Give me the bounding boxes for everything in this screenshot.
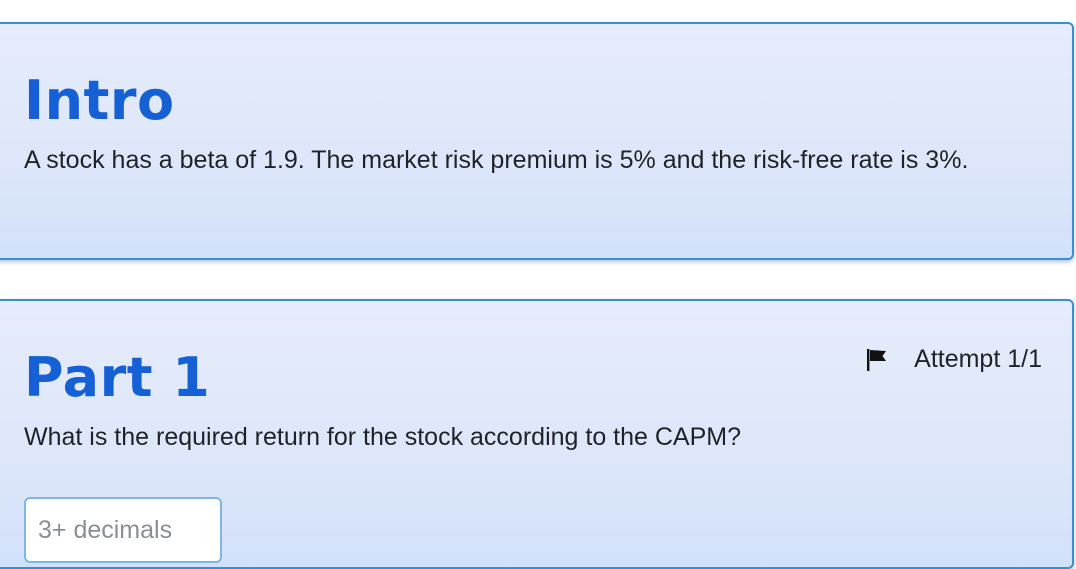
part-1-question: What is the required return for the stoc… xyxy=(24,423,742,451)
flag-icon xyxy=(867,348,887,371)
flag-button[interactable] xyxy=(864,346,890,374)
part-1-title: Part 1 xyxy=(24,346,211,409)
intro-card: Intro A stock has a beta of 1.9. The mar… xyxy=(0,22,1074,260)
answer-input[interactable] xyxy=(24,497,222,563)
attempt-indicator: Attempt 1/1 xyxy=(864,345,1042,374)
part-1-card: Part 1 Attempt 1/1 What is the required … xyxy=(0,299,1074,569)
attempt-label: Attempt 1/1 xyxy=(914,345,1042,373)
intro-text: A stock has a beta of 1.9. The market ri… xyxy=(24,146,969,174)
intro-title: Intro xyxy=(24,69,175,132)
